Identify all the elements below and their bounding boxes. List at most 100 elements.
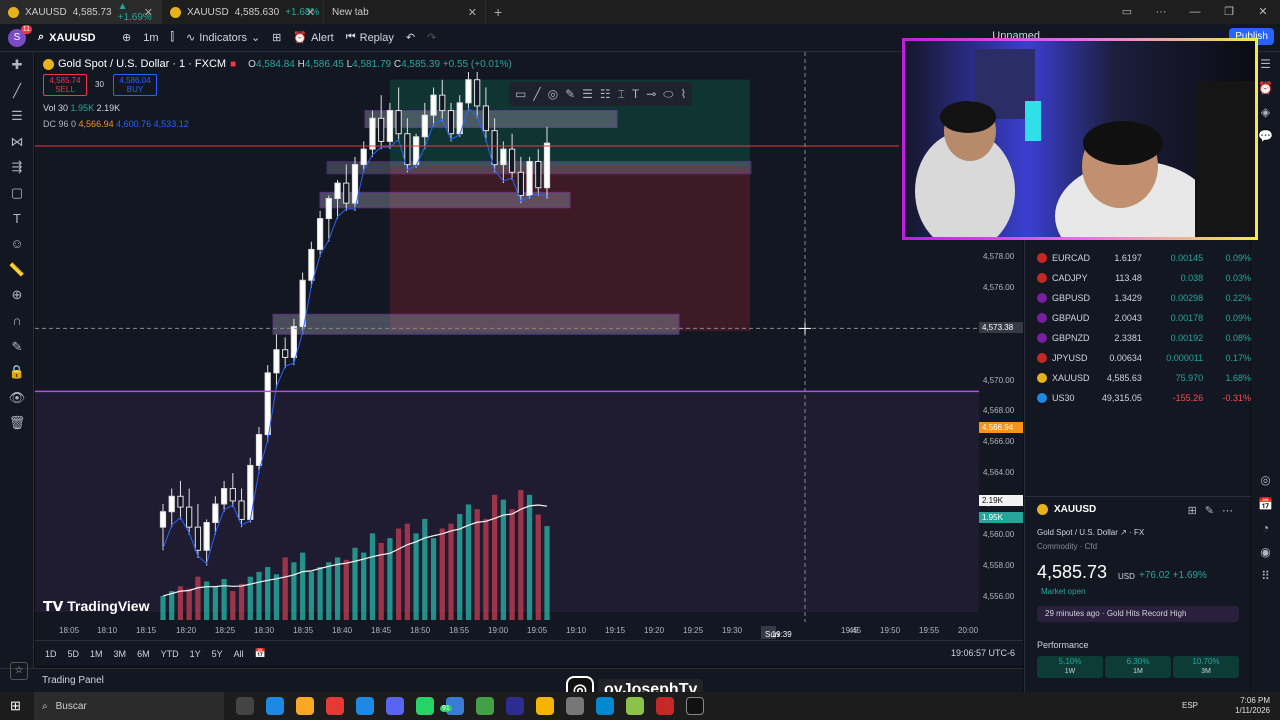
interval-button[interactable]: 1m [143, 32, 158, 44]
zoom-icon[interactable]: ⊕ [0, 282, 34, 308]
range-all[interactable]: All [234, 649, 244, 659]
emoji-icon[interactable]: ☺ [0, 231, 34, 257]
premiere-icon[interactable] [506, 697, 524, 715]
eye-icon[interactable]: 👁 [0, 385, 34, 411]
undo-icon[interactable]: ↶ [406, 31, 415, 44]
chrome-profile-icon[interactable] [356, 697, 374, 715]
watchlist-row[interactable]: GBPAUD 2.0043 0.00178 0.09% [1025, 308, 1251, 328]
windows-start-icon[interactable]: ⊞ [10, 698, 21, 714]
templates-icon[interactable]: ⊞ [272, 31, 281, 44]
chrome-icon[interactable] [326, 697, 344, 715]
range-1m[interactable]: 1M [90, 649, 103, 659]
range-ytd[interactable]: YTD [161, 649, 179, 659]
symbol-search[interactable]: ⌕ XAUUSD [38, 31, 110, 44]
range-6m[interactable]: 6M [137, 649, 150, 659]
drawing-tool-icon[interactable]: ╱ [533, 87, 540, 101]
magnet-icon[interactable]: ∩ [0, 308, 34, 334]
range-1y[interactable]: 1Y [190, 649, 201, 659]
shapes-icon[interactable]: ▢ [0, 180, 34, 206]
avatar[interactable]: S 11 [8, 24, 32, 47]
minimize-icon[interactable]: — [1178, 0, 1212, 24]
watchlist-row[interactable]: GBPUSD 1.3429 0.00298 0.22% [1025, 288, 1251, 308]
close-tab-icon[interactable]: ✕ [468, 6, 477, 19]
whatsapp-icon[interactable] [416, 697, 434, 715]
cast-icon[interactable]: ▭ [1110, 0, 1144, 24]
close-tab-icon[interactable]: ✕ [144, 6, 153, 19]
pattern-icon[interactable]: ⋈ [0, 129, 34, 155]
browser-tab-1[interactable]: XAUUSD 4,585.73 ▲ +1.69% ✕ [0, 0, 162, 24]
redo-icon[interactable]: ↷ [427, 31, 436, 44]
apps-icon[interactable]: ⠿ [1251, 564, 1280, 588]
range-3m[interactable]: 3M [114, 649, 127, 659]
task-view-icon[interactable] [236, 697, 254, 715]
browser-tab-3[interactable]: New tab ✕ [324, 0, 486, 24]
bulb-icon[interactable]: ◔ [1251, 516, 1280, 540]
target-icon[interactable]: ◎ [1251, 468, 1280, 492]
range-1d[interactable]: 1D [45, 649, 57, 659]
drawing-tool-icon[interactable]: ◎ [548, 87, 558, 101]
watchlist-row[interactable]: GBPNZD 2.3381 0.00192 0.08% [1025, 328, 1251, 348]
fib-icon[interactable]: ☰ [0, 103, 34, 129]
drawing-tool-icon[interactable]: ✎ [565, 87, 575, 101]
detail-name[interactable]: Gold Spot / U.S. Dollar ↗ · FX [1037, 528, 1144, 537]
lock-icon[interactable]: 🔒 [0, 359, 34, 385]
vscode-icon[interactable] [596, 697, 614, 715]
compare-icon[interactable]: ⊕ [122, 31, 131, 44]
calendar-icon[interactable]: 📅 [1251, 492, 1280, 516]
drawing-tool-icon[interactable]: ⌶ [618, 87, 625, 102]
time-axis[interactable]: 45 Sun 11 Jan '26 19:39 18:0518:1018:151… [35, 622, 979, 666]
news-headline[interactable]: 29 minutes ago · Gold Hits Record High [1037, 606, 1239, 622]
close-window-icon[interactable]: ✕ [1246, 0, 1280, 24]
forecast-icon[interactable]: ⇶ [0, 154, 34, 180]
crosshair-icon[interactable]: ✚ [0, 52, 34, 78]
app-icon[interactable] [626, 697, 644, 715]
copilot-icon[interactable] [266, 697, 284, 715]
price-chart[interactable] [35, 52, 1023, 640]
trading-panel-bar[interactable]: Trading Panel [0, 668, 1023, 692]
buy-button[interactable]: 4,586.04 BUY [113, 74, 157, 96]
trend-line-icon[interactable]: ╱ [0, 78, 34, 104]
calendar-icon[interactable]: 📅 [255, 648, 266, 659]
minecraft-icon[interactable] [476, 697, 494, 715]
replay-button[interactable]: ⏮ Replay [346, 31, 394, 44]
new-tab-icon[interactable]: + [494, 4, 502, 20]
drawing-tool-icon[interactable]: ⊸ [646, 87, 656, 101]
watchlist-row[interactable]: JPYUSD 0.00634 0.000011 0.17% [1025, 348, 1251, 368]
indicators-button[interactable]: ∿ Indicators ⌄ [186, 31, 260, 45]
taskbar-search[interactable]: ⌕ Buscar [34, 692, 224, 720]
file-explorer-icon[interactable] [296, 697, 314, 715]
alert-button[interactable]: ⏰ Alert [293, 31, 333, 45]
close-tab-icon[interactable]: ✕ [306, 6, 315, 19]
maximize-icon[interactable]: ❐ [1212, 0, 1246, 24]
system-clock[interactable]: 7:06 PM 1/11/2026 [1235, 696, 1270, 716]
watchlist-row[interactable]: EURCAD 1.6197 0.00145 0.09% [1025, 248, 1251, 268]
detail-symbol[interactable]: XAUUSD [1037, 504, 1096, 515]
watchlist-row[interactable]: US30 49,315.05 -155.26 -0.31% [1025, 388, 1251, 408]
candles-icon[interactable]: ⫿ [171, 31, 175, 44]
ruler-icon[interactable]: 📏 [0, 257, 34, 283]
app-icon[interactable] [536, 697, 554, 715]
podcast-icon[interactable]: ◉ [1251, 540, 1280, 564]
pencil-lock-icon[interactable]: ✎ [0, 334, 34, 360]
drawing-tool-icon[interactable]: ▭ [515, 87, 526, 101]
obs-icon[interactable] [656, 697, 674, 715]
drawing-tool-icon[interactable]: T [632, 87, 639, 101]
text-icon[interactable]: T [0, 206, 34, 232]
chart-area[interactable]: Gold Spot / U.S. Dollar · 1 · FXCM ■ O4,… [35, 52, 1023, 666]
app-icon[interactable] [566, 697, 584, 715]
detail-actions[interactable]: ⊞✎⋯ [1188, 504, 1241, 517]
browser-tab-2[interactable]: XAUUSD 4,585.630 +1.68% ✕ [162, 0, 324, 24]
sell-button[interactable]: 4,585.74 SELL [43, 74, 87, 96]
range-5d[interactable]: 5D [68, 649, 80, 659]
drawing-tool-icon[interactable]: ⌇ [681, 87, 687, 101]
watchlist-row[interactable]: XAUUSD 4,585.63 75.970 1.68% [1025, 368, 1251, 388]
drawing-tool-icon[interactable]: ☰ [582, 87, 593, 101]
watchlist-row[interactable]: CADJPY 113.48 0.038 0.03% [1025, 268, 1251, 288]
star-icon[interactable]: ☆ [10, 662, 28, 680]
language-indicator[interactable]: ESP [1182, 701, 1198, 710]
trash-icon[interactable]: 🗑 [0, 410, 34, 436]
discord-icon[interactable] [386, 697, 404, 715]
more-icon[interactable]: ··· [1144, 0, 1178, 24]
range-5y[interactable]: 5Y [212, 649, 223, 659]
drawing-tool-icon[interactable]: ☷ [600, 87, 611, 101]
